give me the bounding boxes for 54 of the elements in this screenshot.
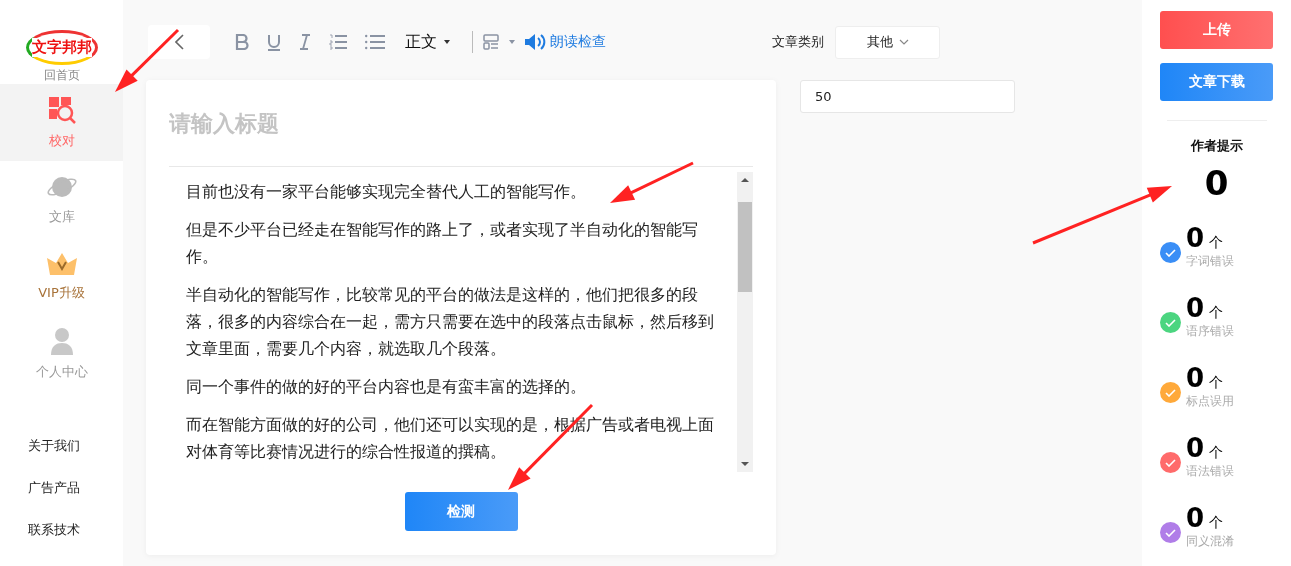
caret-icon xyxy=(509,40,515,44)
error-count: 0 xyxy=(1186,223,1205,253)
sidebar-item[interactable]: 校对 xyxy=(0,84,123,161)
count-field[interactable]: 50 xyxy=(800,80,1015,113)
total-count: 0 xyxy=(1204,163,1229,203)
read-check-link[interactable]: 朗读检查 xyxy=(550,33,606,51)
error-type-label: 语序错误 xyxy=(1186,323,1234,340)
underline-icon[interactable] xyxy=(267,33,281,51)
bullet-list-icon[interactable] xyxy=(365,34,385,50)
category-dropdown[interactable]: 其他 xyxy=(835,25,940,59)
category-label: 文章类别 xyxy=(772,33,824,51)
error-type-label: 语法错误 xyxy=(1186,463,1234,480)
sidebar-item[interactable]: VIP升级 xyxy=(0,238,123,315)
sidebar-item[interactable]: 个人中心 xyxy=(0,315,123,392)
error-count: 0 xyxy=(1186,363,1205,393)
error-type-label: 同义混淆 xyxy=(1186,533,1234,550)
crown-icon xyxy=(45,251,78,276)
numbered-list-icon[interactable] xyxy=(329,34,347,50)
footer-link[interactable]: 联系技术 xyxy=(28,521,123,539)
sidebar-item[interactable]: 文库 xyxy=(0,161,123,238)
text-style-select[interactable]: 正文 xyxy=(405,31,450,53)
scroll-up-icon[interactable] xyxy=(741,177,749,182)
title-field[interactable]: 请输入标题 xyxy=(169,80,753,167)
caret-icon xyxy=(444,40,450,44)
check-button[interactable]: 检测 xyxy=(404,492,518,531)
footer-link[interactable]: 关于我们 xyxy=(28,437,123,455)
error-count: 0 xyxy=(1186,433,1205,463)
unit-label: 个 xyxy=(1209,514,1224,530)
error-type-label: 字词错误 xyxy=(1186,253,1234,270)
footer-link[interactable]: 广告产品 xyxy=(28,479,123,497)
unit-label: 个 xyxy=(1209,304,1224,320)
annotation-arrow xyxy=(115,28,180,92)
unit-label: 个 xyxy=(1209,374,1224,390)
download-button[interactable]: 文章下载 xyxy=(1160,63,1273,101)
error-count: 0 xyxy=(1186,293,1205,323)
scroll-down-icon[interactable] xyxy=(741,462,749,467)
speaker-icon[interactable] xyxy=(524,32,546,52)
back-button[interactable] xyxy=(148,25,210,59)
proofread-icon xyxy=(47,95,76,124)
user-icon xyxy=(50,326,73,355)
error-type-label: 标点误用 xyxy=(1186,393,1234,410)
chevron-down-icon xyxy=(898,39,909,45)
chevron-left-icon xyxy=(174,34,184,50)
italic-icon[interactable] xyxy=(299,34,311,50)
upload-button[interactable]: 上传 xyxy=(1160,11,1273,49)
unit-label: 个 xyxy=(1209,234,1224,250)
logo[interactable]: 文字邦邦 xyxy=(25,30,98,65)
error-count: 0 xyxy=(1186,503,1205,533)
layout-icon[interactable] xyxy=(483,34,499,50)
scrollbar[interactable] xyxy=(737,172,753,472)
tips-title: 作者提示 xyxy=(1190,137,1243,155)
unit-label: 个 xyxy=(1209,444,1224,460)
home-link[interactable]: 回首页 xyxy=(43,67,80,84)
bold-icon[interactable] xyxy=(235,34,249,50)
